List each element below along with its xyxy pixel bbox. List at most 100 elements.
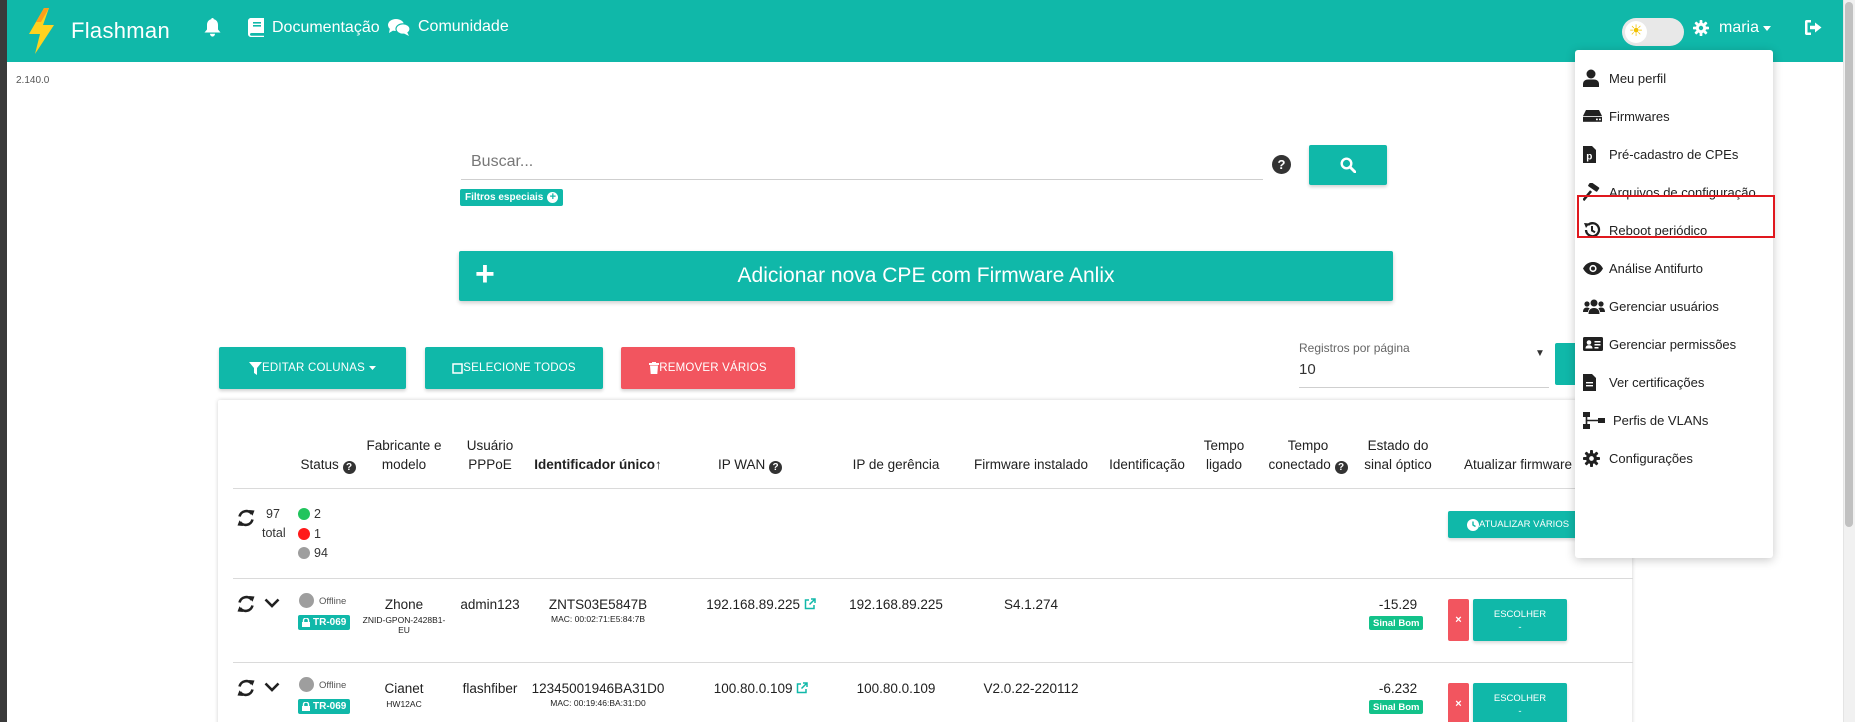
col-uptime[interactable]: Tempo ligado (1199, 436, 1249, 474)
refresh-row-icon[interactable] (236, 594, 256, 614)
menu-item-firmwares[interactable]: Firmwares (1583, 103, 1670, 129)
devices-table: Status ? Fabricante e modelo Usuário PPP… (218, 400, 1633, 722)
theme-toggle[interactable]: ☀ (1622, 18, 1684, 46)
p-file-icon: p (1583, 145, 1596, 163)
col-ip-mgmt[interactable]: IP de gerência (841, 455, 951, 474)
col-pppoe[interactable]: Usuário PPPoE (462, 436, 518, 474)
menu-item-profile[interactable]: Meu perfil (1583, 65, 1666, 91)
col-identification[interactable]: Identificação (1102, 455, 1192, 474)
trash-icon (649, 362, 660, 374)
select-all-label: SELECIONE TODOS (463, 362, 576, 374)
choose-firmware-sub: - (1518, 622, 1522, 633)
community-label: Comunidade (418, 18, 509, 35)
menu-item-settings[interactable]: Configurações (1583, 445, 1693, 471)
clock-icon (1466, 518, 1479, 531)
menu-item-label: Gerenciar usuários (1609, 298, 1719, 314)
col-unique-id[interactable]: Identificador único↑ (528, 455, 668, 474)
choose-firmware-sub: - (1518, 706, 1522, 717)
update-many-label: ATUALIZAR VÁRIOS (1478, 519, 1570, 530)
offline-count: 94 (314, 546, 328, 560)
col-connected-line1: Tempo (1287, 438, 1329, 453)
chevron-down-icon[interactable] (264, 598, 280, 608)
col-optic-signal[interactable]: Estado do sinal óptico (1358, 436, 1438, 474)
header-divider (233, 488, 1633, 489)
refresh-all-icon[interactable] (236, 508, 256, 528)
unique-id[interactable]: ZNTS03E5847B (528, 597, 668, 612)
choose-firmware-button[interactable]: ESCOLHER - (1473, 683, 1567, 722)
chevron-down-icon[interactable] (264, 682, 280, 692)
ip-wan-value: 192.168.89.225 (706, 597, 801, 612)
firmware: V2.0.22-220112 (983, 681, 1079, 696)
user-icon (1583, 69, 1599, 87)
plus-circle-icon: + (547, 192, 559, 203)
col-uptime-line2: ligado (1205, 457, 1243, 472)
ip-wan[interactable]: 100.80.0.109 (696, 681, 826, 696)
remove-many-label: REMOVER VÁRIOS (659, 362, 767, 374)
brand-link[interactable]: Flashman (27, 8, 170, 54)
external-link-icon[interactable] (796, 682, 809, 694)
remove-many-button[interactable]: REMOVER VÁRIOS (621, 347, 795, 389)
caret-down-icon (368, 366, 376, 370)
edit-columns-button[interactable]: EDITAR COLUNAS (219, 347, 406, 389)
community-link[interactable]: Comunidade (388, 18, 509, 36)
col-status-label: Status (300, 457, 339, 472)
refresh-row-icon[interactable] (236, 678, 256, 698)
vertical-scrollbar[interactable] (1843, 0, 1855, 722)
add-cpe-button[interactable]: + Adicionar nova CPE com Firmware Anlix (459, 251, 1393, 301)
menu-item-label: Análise Antifurto (1609, 260, 1703, 276)
select-all-button[interactable]: SELECIONE TODOS (425, 347, 603, 389)
ip-wan[interactable]: 192.168.89.225 (696, 597, 826, 612)
menu-item-label: Perfis de VLANs (1613, 412, 1709, 428)
scrollbar-thumb[interactable] (1845, 2, 1853, 527)
search-input[interactable] (461, 144, 1263, 180)
file-icon (1583, 373, 1596, 391)
menu-item-certifications[interactable]: Ver certificações (1583, 369, 1704, 395)
highlight-box (1577, 195, 1775, 238)
unique-id[interactable]: 12345001946BA31D0 (528, 681, 668, 696)
logout-button[interactable] (1805, 20, 1822, 35)
col-ip-wan[interactable]: IP WAN ? (710, 455, 790, 474)
mac-address: MAC: 00:02:71:E5:84:7B (550, 614, 646, 624)
signal-badge: Sinal Bom (1369, 616, 1424, 630)
status-dot (299, 593, 314, 608)
chat-bubbles-icon (388, 19, 410, 36)
col-maker[interactable]: Fabricante e modelo (364, 436, 444, 474)
menu-item-label: Meu perfil (1609, 70, 1667, 86)
col-optic-line2: sinal óptico (1364, 457, 1432, 472)
menu-item-antitheft[interactable]: Análise Antifurto (1583, 255, 1703, 281)
col-connected[interactable]: Tempo conectado ? (1258, 436, 1358, 474)
sun-icon: ☀ (1625, 21, 1647, 43)
special-filters-chip[interactable]: Filtros especiais + (460, 189, 564, 206)
menu-item-label: Configurações (1609, 450, 1693, 466)
app-version: 2.140.0 (16, 75, 50, 86)
bell-icon (204, 18, 221, 37)
router-icon (1583, 110, 1602, 122)
search-help-icon[interactable]: ? (1272, 155, 1291, 174)
per-page-select[interactable]: 10 (1299, 358, 1549, 388)
cancel-update-button[interactable]: × (1448, 599, 1469, 641)
choose-firmware-button[interactable]: ESCOLHER - (1473, 599, 1567, 641)
filter-icon (249, 361, 263, 375)
online-count: 2 (314, 507, 321, 521)
menu-item-manage-users[interactable]: Gerenciar usuários (1583, 293, 1719, 319)
row-divider (233, 578, 1633, 579)
menu-item-manage-permissions[interactable]: Gerenciar permissões (1583, 331, 1736, 357)
menu-item-vlan-profiles[interactable]: Perfis de VLANs (1583, 407, 1708, 433)
ip-wan-help-icon[interactable]: ? (769, 461, 783, 474)
protocol-label: TR-069 (313, 701, 347, 712)
cancel-update-button[interactable]: × (1448, 683, 1469, 722)
menu-item-pre-register[interactable]: p Pré-cadastro de CPEs (1583, 141, 1738, 167)
user-menu-button[interactable]: maria (1693, 19, 1772, 37)
protocol-label: TR-069 (313, 617, 347, 628)
mac-address: MAC: 00:19:46:BA:31:D0 (550, 698, 646, 708)
col-status[interactable]: Status ? (298, 455, 358, 474)
documentation-label: Documentação (272, 18, 380, 36)
search-button[interactable] (1309, 145, 1387, 185)
connected-help-icon[interactable]: ? (1334, 461, 1348, 474)
notifications-button[interactable] (204, 18, 221, 37)
status-help-icon[interactable]: ? (342, 461, 356, 474)
col-firmware[interactable]: Firmware instalado (966, 455, 1096, 474)
external-link-icon[interactable] (804, 598, 816, 610)
update-many-button[interactable]: ATUALIZAR VÁRIOS (1448, 511, 1588, 538)
documentation-link[interactable]: Documentação (248, 18, 380, 37)
